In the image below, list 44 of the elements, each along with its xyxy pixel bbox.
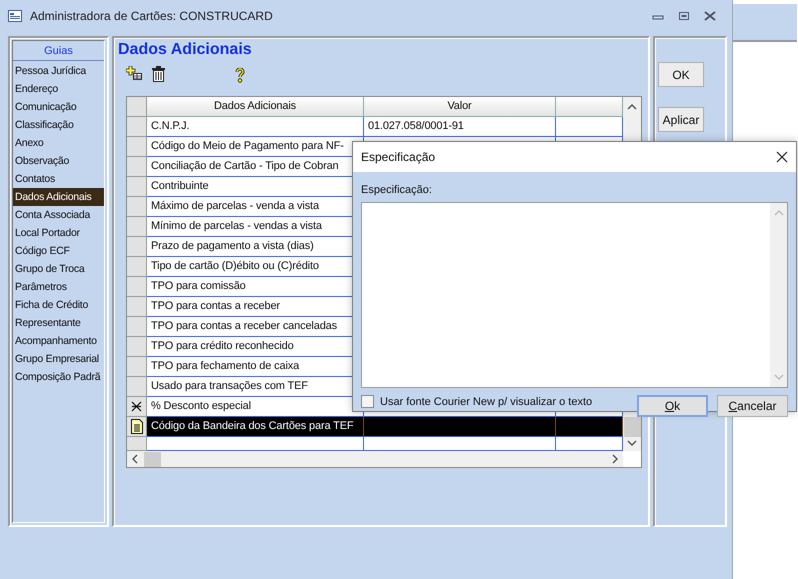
sidebar-item[interactable]: Composição Padrã (13, 368, 104, 386)
add-record-icon[interactable] (126, 66, 142, 80)
sidebar-item[interactable]: Comunicação (13, 98, 104, 116)
checkbox-label: Usar fonte Courier New p/ visualizar o texto (380, 394, 592, 410)
sidebar-item[interactable]: Conta Associada (13, 206, 104, 224)
sidebar-item[interactable]: Ficha de Crédito (13, 296, 104, 314)
horizontal-scrollbar[interactable] (127, 451, 623, 467)
sidebar-item[interactable]: Grupo Empresarial (13, 350, 104, 368)
scroll-left-icon[interactable] (131, 454, 139, 464)
sidebar-item[interactable]: Contatos (13, 170, 104, 188)
section-title: Dados Adicionais (118, 40, 253, 60)
scroll-up-icon[interactable] (627, 103, 637, 111)
scroll-thumb[interactable] (144, 452, 161, 466)
action-button[interactable]: OK (658, 62, 704, 87)
sidebar-item[interactable]: Grupo de Troca (13, 260, 104, 278)
table-cell: C.N.P.J. (147, 117, 364, 137)
sidebar-item[interactable]: Local Portador (13, 224, 104, 242)
sidebar-item[interactable]: Representante (13, 314, 104, 332)
dialog-button[interactable]: Cancelar (717, 394, 788, 416)
sidebar-item[interactable]: Pessoa Jurídica (13, 62, 104, 80)
dialog-button[interactable]: Ok (637, 394, 708, 416)
help-icon[interactable] (235, 68, 245, 83)
dialog-title: Especificação (361, 149, 436, 166)
sidebar-item[interactable]: Classificação (13, 116, 104, 134)
sidebar-item[interactable]: Anexo (13, 134, 104, 152)
sidebar-item[interactable]: Dados Adicionais (13, 188, 104, 206)
sidebar-item[interactable]: Parâmetros (13, 278, 104, 296)
checkbox[interactable] (361, 394, 374, 408)
sidebar-item[interactable]: Código ECF (13, 242, 104, 260)
table-cell: 01.027.058/0001-91 (364, 117, 556, 137)
scroll-right-icon[interactable] (611, 454, 619, 464)
action-button[interactable]: Aplicar (658, 107, 704, 132)
window-title: Administradora de Cartões: CONSTRUCARD (30, 8, 273, 25)
app-icon (8, 10, 22, 22)
sidebar-item[interactable]: Observação (13, 152, 104, 170)
close-icon[interactable] (776, 151, 788, 163)
sidebar-item[interactable]: Endereço (13, 80, 104, 98)
field-label: Especificação: (361, 183, 432, 198)
scroll-down-icon[interactable] (627, 439, 637, 447)
maximize-icon[interactable] (678, 11, 690, 21)
trash-icon[interactable] (152, 66, 165, 82)
scroll-thumb[interactable] (624, 417, 640, 437)
sidebar-header: Guias (13, 41, 104, 61)
sidebar-item[interactable]: Acompanhamento (13, 332, 104, 350)
